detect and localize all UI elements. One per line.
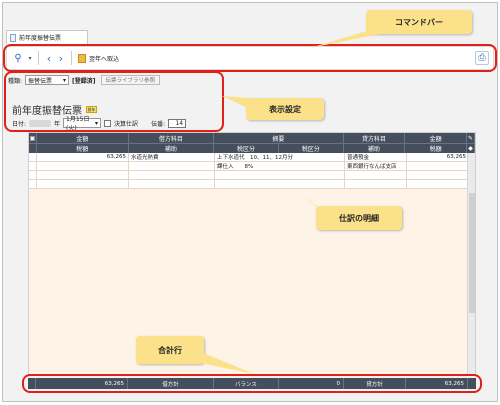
date-row: 日付: 年 1月15日(火) ▾ 決算仕訳 伝番: 14 bbox=[12, 116, 187, 132]
grid-header-row-1: ▣ 金額 借方科目 摘要 貸方科目 金額 ✎ bbox=[29, 133, 475, 143]
table-row[interactable] bbox=[29, 180, 475, 189]
total-credit-amount: 63,265 bbox=[406, 378, 468, 389]
total-credit-label: 貸方計 bbox=[344, 378, 406, 389]
header-tax-amount-credit: 税額 bbox=[405, 144, 468, 153]
callout-display-settings: 表示設定 bbox=[246, 98, 324, 120]
tab-previous-year-transfer[interactable]: 前年度振替伝票 bbox=[6, 30, 88, 44]
table-row[interactable] bbox=[29, 171, 475, 180]
total-row: 63,265 借方計 バランス 0 貸方計 63,265 bbox=[28, 378, 476, 389]
tag-icon[interactable]: ◆ bbox=[467, 144, 475, 153]
header-credit-sub: 補助 bbox=[344, 144, 406, 153]
slip-number-field[interactable]: 14 bbox=[168, 118, 187, 128]
import-label: 翌年へ取込 bbox=[89, 55, 120, 63]
callout-journal-detail: 仕訳の明細 bbox=[316, 206, 402, 230]
chevron-down-icon[interactable]: ▾ bbox=[26, 49, 34, 67]
header-tax-class-debit: 税区分 bbox=[214, 144, 279, 153]
settlement-label: 決算仕訳 bbox=[114, 120, 139, 128]
memo-icon[interactable]: ✎ bbox=[467, 133, 475, 143]
header-amount-credit: 金額 bbox=[405, 133, 468, 143]
date-select[interactable]: 1月15日(火) ▾ bbox=[63, 116, 102, 132]
callout-display-settings-tail bbox=[222, 96, 248, 108]
chevron-down-icon: ▾ bbox=[63, 76, 67, 84]
chevron-down-icon: ▾ bbox=[95, 119, 99, 127]
header-summary: 摘要 bbox=[214, 133, 344, 143]
scrollbar-thumb[interactable] bbox=[469, 193, 475, 313]
cell-credit-account[interactable]: 普通預金 bbox=[345, 153, 407, 161]
balance-label: バランス bbox=[214, 378, 279, 389]
year-suffix: 年 bbox=[54, 120, 61, 128]
vertical-scrollbar[interactable] bbox=[467, 153, 475, 375]
table-row[interactable]: 課仕入 8% 東西銀行なんば支店 bbox=[29, 162, 475, 171]
book-icon[interactable]: ▣ bbox=[29, 133, 37, 143]
chevron-right-icon[interactable]: › bbox=[55, 49, 67, 67]
cell-credit-sub[interactable]: 東西銀行なんば支店 bbox=[345, 162, 407, 170]
callout-total-row: 合計行 bbox=[136, 336, 204, 364]
import-next-year-button[interactable]: 翌年へ取込 bbox=[78, 53, 120, 63]
header-amount: 金額 bbox=[37, 133, 129, 143]
settlement-checkbox[interactable] bbox=[104, 119, 112, 127]
grid-header-row-2: 税額 補助 税区分 税区分 補助 税額 ◆ bbox=[29, 143, 475, 153]
total-debit-label: 借方計 bbox=[128, 378, 214, 389]
header-debit-account: 借方科目 bbox=[129, 133, 215, 143]
slip-no-label: 伝番: bbox=[151, 120, 166, 128]
journal-grid: ▣ 金額 借方科目 摘要 貸方科目 金額 ✎ 税額 補助 税区分 税区分 補助 … bbox=[28, 132, 476, 376]
library-button[interactable]: 伝票ライブラリ参照 bbox=[100, 75, 161, 85]
callout-command-bar: コマンドバー bbox=[366, 10, 472, 34]
import-icon bbox=[78, 53, 86, 63]
header-debit-sub: 補助 bbox=[129, 144, 215, 153]
toolbar-separator bbox=[38, 51, 39, 65]
total-debit-amount: 63,265 bbox=[36, 378, 128, 389]
kind-value: 振替伝票 bbox=[28, 77, 53, 85]
callout-total-row-tail bbox=[196, 350, 254, 374]
table-row[interactable]: 63,265 水道光熱費 上下水道代 10、11、12月分 普通預金 63,26… bbox=[29, 153, 475, 162]
toolbar-separator bbox=[71, 51, 72, 65]
cell-tax-class[interactable]: 課仕入 8% bbox=[215, 162, 345, 170]
cell-summary[interactable]: 上下水道代 10、11、12月分 bbox=[215, 153, 345, 161]
kind-label: 種類: bbox=[8, 77, 23, 85]
callout-command-bar-tail bbox=[310, 30, 380, 48]
kind-select[interactable]: 振替伝票 ▾ bbox=[25, 75, 70, 85]
command-bar: ⚲ ▾ ‹ › 翌年へ取込 ⎙ bbox=[6, 46, 494, 70]
cell-credit-amount[interactable]: 63,265 bbox=[407, 153, 469, 161]
cell-debit-amount[interactable]: 63,265 bbox=[37, 153, 129, 161]
printer-icon[interactable]: ⎙ bbox=[475, 51, 489, 65]
header-tax-amount: 税額 bbox=[37, 144, 129, 153]
display-settings: 種類: 振替伝票 ▾ [登録済] 伝票ライブラリ参照 前年度振替伝票 前年 日付… bbox=[8, 74, 238, 132]
date-label: 日付: bbox=[12, 120, 27, 128]
previous-year-badge: 前年 bbox=[86, 106, 97, 113]
tab-label: 前年度振替伝票 bbox=[19, 35, 62, 42]
date-value: 1月15日(火) bbox=[66, 116, 90, 132]
callout-journal-detail-tail bbox=[296, 192, 326, 212]
balance-value: 0 bbox=[279, 378, 344, 389]
chevron-left-icon[interactable]: ‹ bbox=[43, 49, 55, 67]
cell-debit-account[interactable]: 水道光熱費 bbox=[129, 153, 215, 161]
search-icon[interactable]: ⚲ bbox=[10, 49, 26, 67]
year-field[interactable] bbox=[29, 119, 52, 127]
kind-row: 種類: 振替伝票 ▾ [登録済] 伝票ライブラリ参照 bbox=[8, 74, 238, 86]
registered-status: [登録済] bbox=[72, 77, 96, 85]
document-icon bbox=[10, 33, 16, 42]
header-tax-class-credit: 税区分 bbox=[279, 144, 344, 153]
header-credit-account: 貸方科目 bbox=[344, 133, 406, 143]
